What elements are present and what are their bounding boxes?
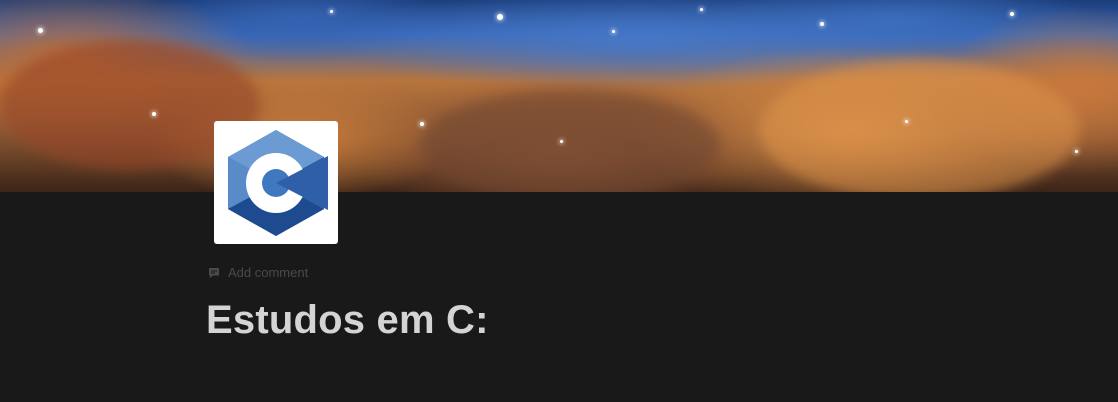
- star: [497, 14, 503, 20]
- star: [1075, 150, 1078, 153]
- nebula-dust: [420, 90, 720, 192]
- nebula-dust: [760, 60, 1080, 192]
- notion-page: Add comment Estudos em C:: [0, 0, 1118, 402]
- cover-image[interactable]: [0, 0, 1118, 192]
- page-icon[interactable]: [214, 121, 338, 244]
- star: [38, 28, 43, 33]
- star: [330, 10, 333, 13]
- add-comment-label: Add comment: [228, 265, 309, 280]
- c-language-icon: [228, 129, 328, 236]
- star: [820, 22, 824, 26]
- add-comment-button[interactable]: Add comment: [207, 265, 308, 280]
- star: [905, 120, 908, 123]
- star: [1010, 12, 1014, 16]
- star: [700, 8, 703, 11]
- star: [560, 140, 563, 143]
- page-title[interactable]: Estudos em C:: [206, 296, 489, 344]
- star: [612, 30, 615, 33]
- star: [420, 122, 424, 126]
- comment-icon: [209, 267, 219, 278]
- star: [152, 112, 156, 116]
